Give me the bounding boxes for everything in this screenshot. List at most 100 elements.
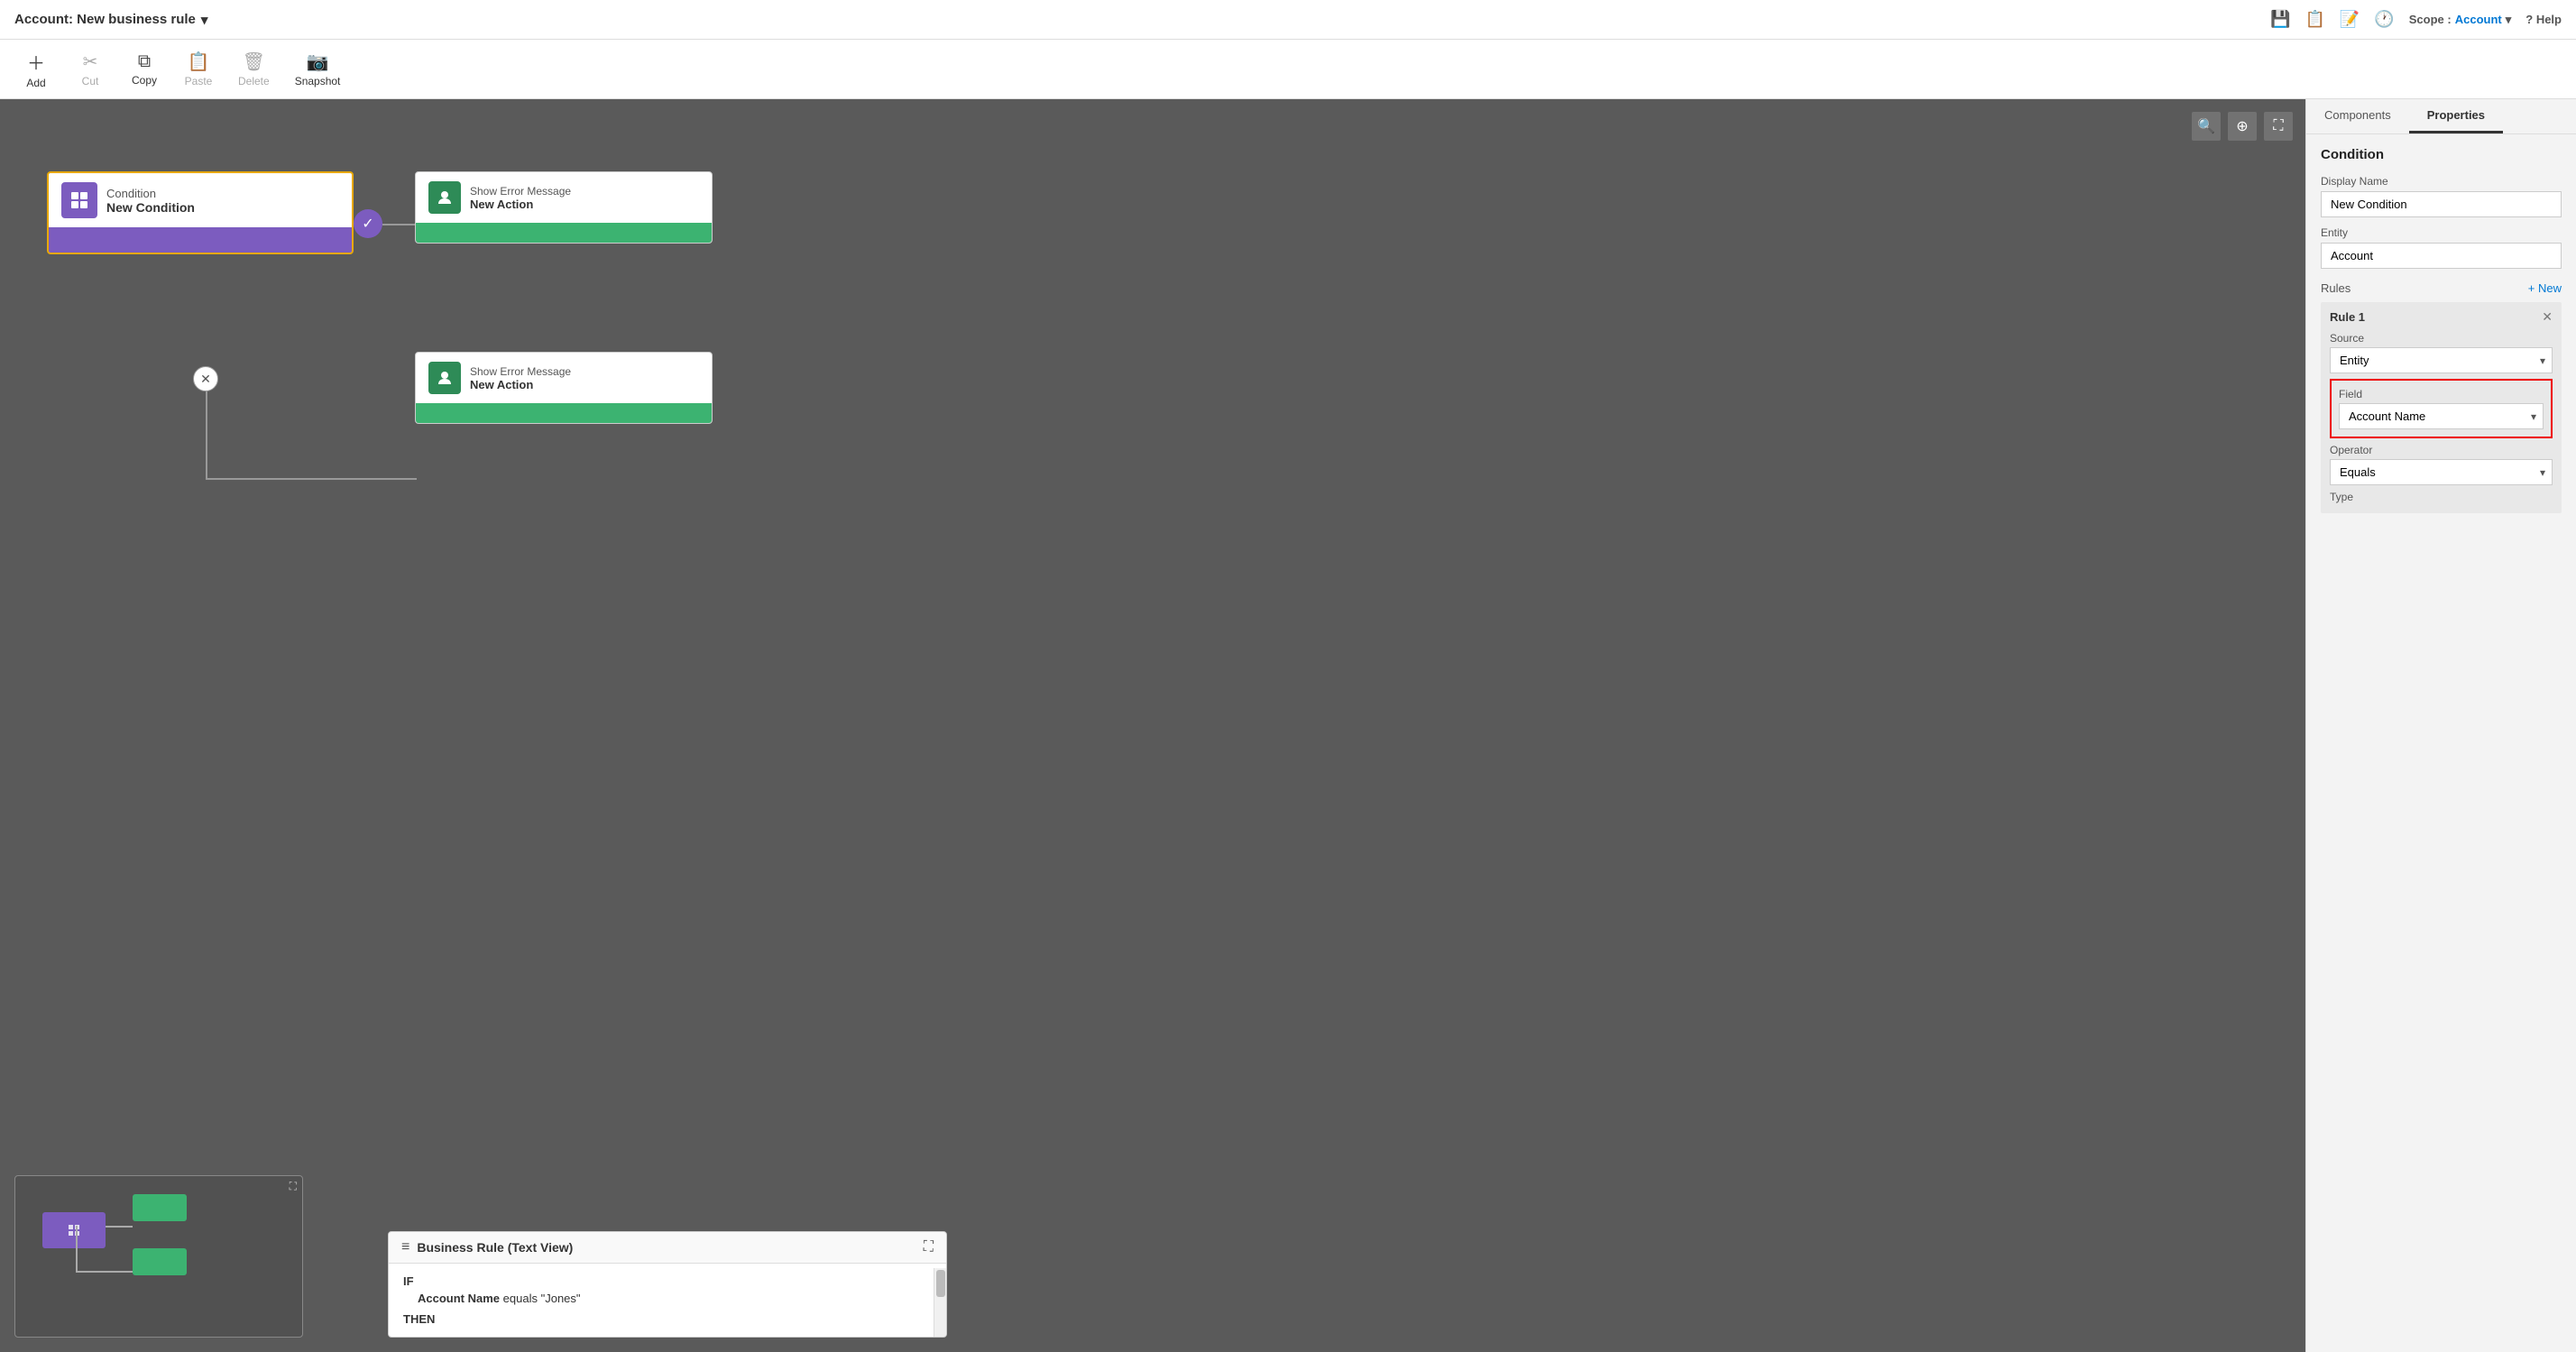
field-select-wrapper: Account Name ▾ [2339,403,2544,429]
mini-map-expand[interactable]: ⛶ [290,1180,297,1193]
then-label: THEN [403,1312,932,1326]
display-name-input[interactable] [2321,191,2562,217]
panel-tabs: Components Properties [2306,99,2576,134]
text-view-panel: ≡ Business Rule (Text View) ⛶ IF Account… [388,1231,947,1338]
if-label: IF [403,1274,932,1288]
rule-1-title: Rule 1 [2330,310,2365,324]
connector-line-v1 [206,388,207,478]
connector-line-h2 [206,478,417,480]
condition-node[interactable]: Condition New Condition [47,171,354,254]
zoom-in-button[interactable]: ⊕ [2228,112,2257,141]
mini-action-node-2 [133,1248,187,1275]
text-view-title-label: Business Rule (Text View) [417,1240,573,1255]
delete-button[interactable]: 🗑 Delete [227,47,281,91]
condition-node-footer [49,227,352,253]
properties-section-title: Condition [2321,147,2562,162]
type-section: Type [2330,491,2553,503]
action-node-1[interactable]: Show Error Message New Action [415,171,713,244]
action-2-footer [416,403,712,423]
mini-connector-2 [76,1271,133,1273]
rules-label: Rules [2321,281,2351,295]
action-1-footer [416,223,712,243]
snapshot-icon: 📷 [307,51,329,73]
text-view-expand-button[interactable]: ⛶ [924,1239,934,1255]
operator-label: Operator [2330,444,2553,456]
tab-properties[interactable]: Properties [2409,99,2503,133]
tab-components[interactable]: Components [2306,99,2409,133]
source-select-wrapper: Entity ▾ [2330,347,2553,373]
rules-icon[interactable]: 📝 [2340,10,2360,29]
copy-icon: ⧉ [138,51,151,72]
condition-op: equals [503,1292,538,1305]
scope-chevron[interactable]: ▾ [2506,13,2512,27]
rule-1-box: Rule 1 ✕ Source Entity ▾ Field Account N… [2321,302,2562,513]
text-view-header: ≡ Business Rule (Text View) ⛶ [389,1232,946,1264]
save-icon[interactable]: 💾 [2270,10,2290,29]
operator-select-wrapper: Equals ▾ [2330,459,2553,485]
cut-button[interactable]: ✂ Cut [65,47,115,91]
action-node-2[interactable]: Show Error Message New Action [415,352,713,424]
condition-node-header: Condition New Condition [49,173,352,227]
title-bar-left: Account: New business rule ▾ [14,12,207,28]
condition-text: Account Name equals "Jones" [418,1292,932,1305]
text-view-scroll[interactable] [934,1268,946,1337]
field-highlighted-box: Field Account Name ▾ [2330,379,2553,438]
condition-icon [61,182,97,218]
scope-label: Scope : Account ▾ [2409,13,2512,27]
source-label: Source [2330,332,2553,345]
operator-section: Operator Equals ▾ [2330,444,2553,485]
action-node-2-header: Show Error Message New Action [416,353,712,403]
text-view-icon: ≡ [401,1239,409,1255]
history-icon[interactable]: 🕐 [2374,10,2394,29]
help-button[interactable]: ? Help [2525,13,2562,26]
close-badge[interactable]: ✕ [193,366,218,391]
mini-connector-v [76,1226,78,1271]
action-node-1-header: Show Error Message New Action [416,172,712,223]
action-1-name: New Action [470,198,571,211]
add-new-rule-button[interactable]: + New [2528,281,2562,295]
rule-1-close-button[interactable]: ✕ [2542,309,2553,325]
rules-header: Rules + New [2321,281,2562,295]
text-view-content: IF Account Name equals "Jones" THEN [389,1264,946,1337]
panel-content: Condition Display Name Entity Rules + Ne… [2306,134,2576,526]
entity-input[interactable] [2321,243,2562,269]
scope-value[interactable]: Account [2455,13,2502,26]
mini-connector-1 [106,1226,133,1228]
zoom-out-button[interactable]: 🔍 [2192,112,2221,141]
title-bar-right: 💾 📋 📝 🕐 Scope : Account ▾ ? Help [2270,10,2562,29]
source-select[interactable]: Entity [2330,347,2553,373]
rule-1-header: Rule 1 ✕ [2330,309,2553,325]
title-bar: Account: New business rule ▾ 💾 📋 📝 🕐 Sco… [0,0,2576,40]
main-container: 🔍 ⊕ ⛶ Condition New Condition [0,99,2576,1352]
add-button[interactable]: ＋ Add [11,45,61,93]
text-view-scrollbar [936,1270,945,1297]
action-2-icon [428,362,461,394]
operator-select[interactable]: Equals [2330,459,2553,485]
snapshot-button[interactable]: 📷 Snapshot [284,47,352,91]
canvas-area[interactable]: 🔍 ⊕ ⛶ Condition New Condition [0,99,2305,1352]
mini-condition-node [42,1212,106,1248]
title-chevron[interactable]: ▾ [201,12,208,28]
action-1-icon [428,181,461,214]
action-2-name: New Action [470,378,571,391]
cut-icon: ✂ [83,51,98,73]
paste-icon: 📋 [188,51,210,73]
condition-display-name: New Condition [106,200,195,215]
condition-val: "Jones" [541,1292,581,1305]
condition-type-label: Condition [106,187,195,200]
toolbar: ＋ Add ✂ Cut ⧉ Copy 📋 Paste 🗑 Delete 📷 Sn… [0,40,2576,99]
paste-button[interactable]: 📋 Paste [173,47,224,91]
delete-icon: 🗑 [243,51,265,73]
field-select[interactable]: Account Name [2339,403,2544,429]
copy-button[interactable]: ⧉ Copy [119,48,170,90]
connector-line-h1 [382,224,417,225]
canvas-controls: 🔍 ⊕ ⛶ [2192,112,2293,141]
properties-icon[interactable]: 📋 [2305,10,2325,29]
add-icon: ＋ [27,49,45,75]
type-label: Type [2330,491,2553,503]
action-1-type: Show Error Message [470,185,571,198]
fit-view-button[interactable]: ⛶ [2264,112,2293,141]
check-badge: ✓ [354,209,382,238]
mini-action-node-1 [133,1194,187,1221]
field-label-text: Field [2339,388,2544,400]
